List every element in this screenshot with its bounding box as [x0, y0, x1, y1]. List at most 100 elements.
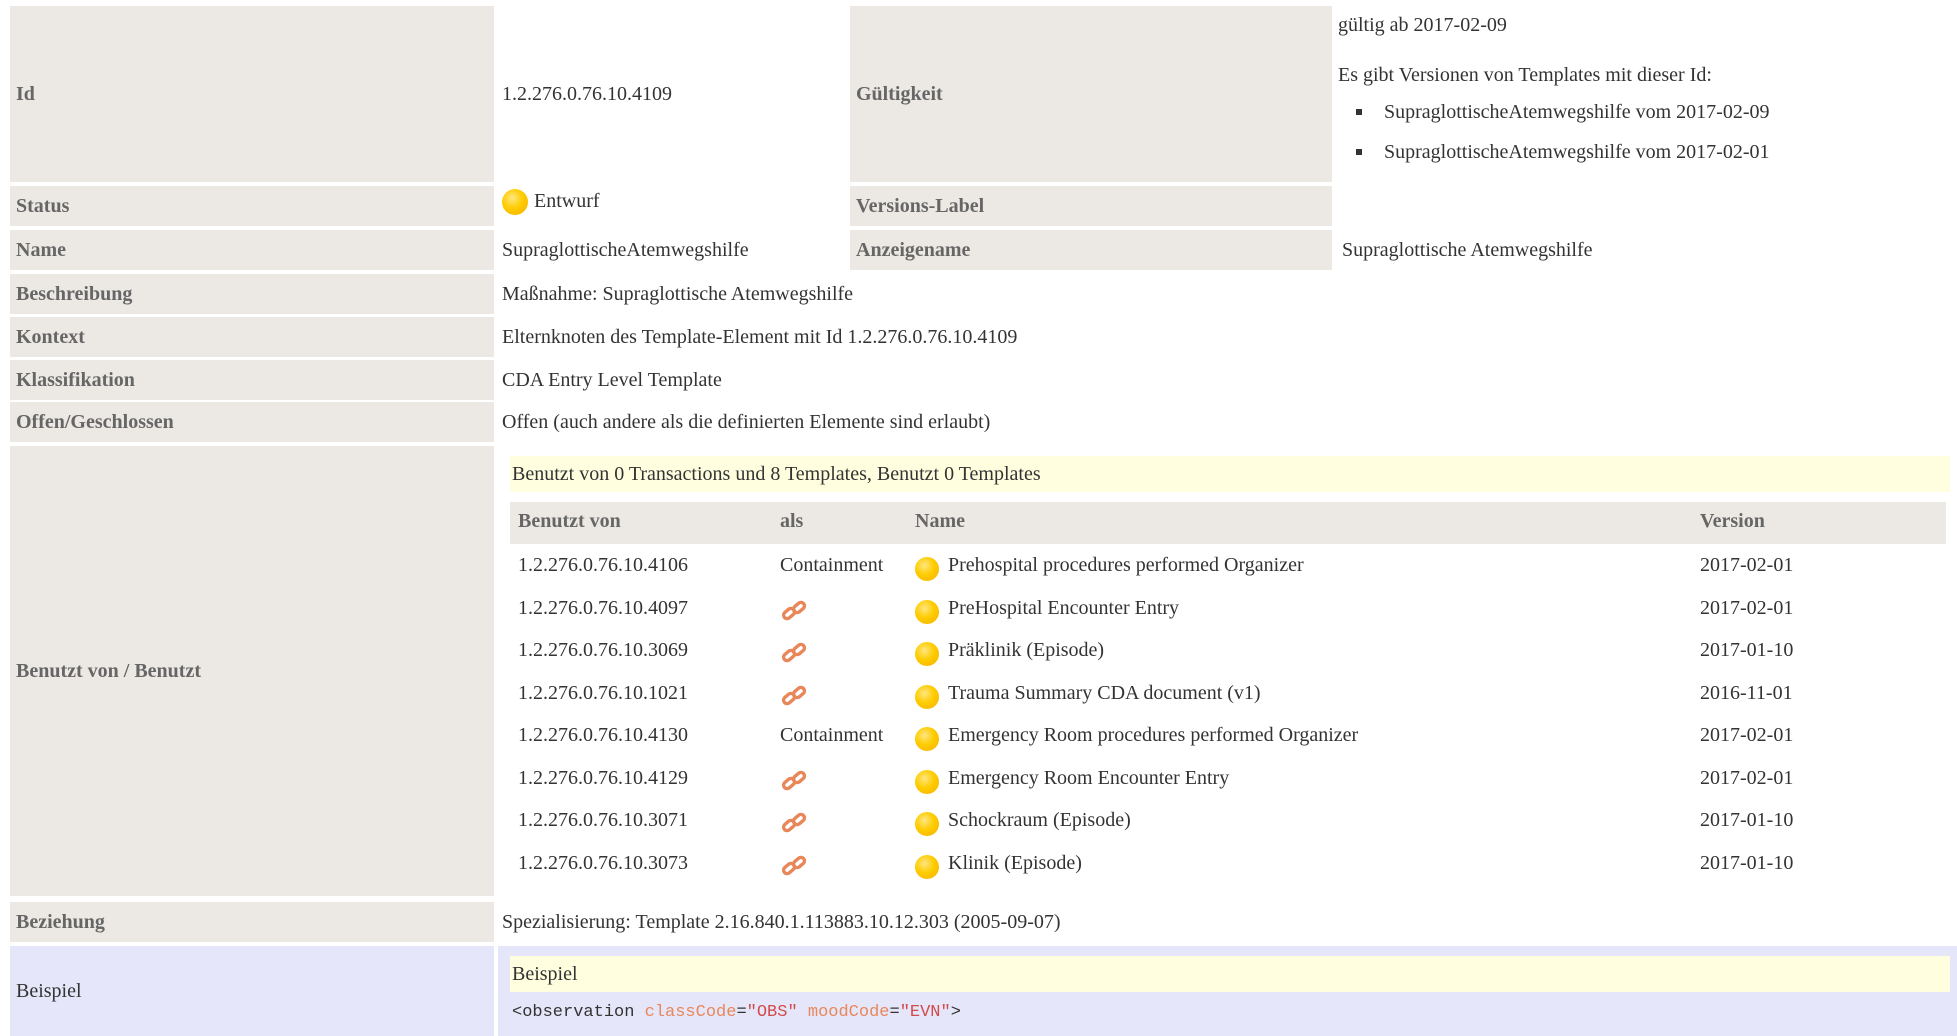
classification-label-text: Klassifikation: [16, 368, 135, 391]
validity-value: gültig ab 2017-02-09 Es gibt Versionen v…: [1338, 10, 1938, 186]
usage-row-version: 2017-02-01: [1700, 724, 1794, 746]
code-value-obs: "OBS": [746, 1003, 798, 1022]
usage-row-version: 2017-01-10: [1700, 851, 1794, 874]
code-attr-moodcode: moodCode: [807, 1003, 890, 1022]
code-tag-open: <observation: [512, 1003, 635, 1022]
usage-label: Benutzt von / Benutzt: [10, 446, 494, 896]
description-value: Maßnahme: Supraglottische Atemwegshilfe: [498, 274, 1898, 314]
usage-row[interactable]: 1.2.276.0.76.10.3069 Präklinik (Episode) 2…: [510, 633, 1946, 673]
relation-label-text: Beziehung: [16, 910, 105, 933]
link-icon[interactable]: [780, 809, 808, 843]
usage-row-name[interactable]: Klinik (Episode): [948, 852, 1082, 875]
col-as: als: [780, 510, 804, 532]
versions-intro: Es gibt Versionen von Templates mit dies…: [1338, 64, 1712, 86]
relation-value-text: Spezialisierung: Template 2.16.840.1.113…: [502, 910, 1061, 933]
usage-summary: Benutzt von 0 Transactions und 8 Templat…: [510, 456, 1950, 492]
classification-value-text: CDA Entry Level Template: [502, 368, 722, 391]
usage-row-id[interactable]: 1.2.276.0.76.10.3071: [518, 809, 688, 832]
usage-row-as: Containment: [780, 724, 884, 746]
usage-row-name[interactable]: Emergency Room Encounter Entry: [948, 767, 1229, 790]
usage-row-name[interactable]: Trauma Summary CDA document (v1): [948, 682, 1261, 705]
usage-row[interactable]: 1.2.276.0.76.10.4106 Containment Prehospit…: [510, 548, 1946, 588]
name-label: Name: [10, 230, 494, 270]
display-name-label-text: Anzeigename: [856, 238, 971, 261]
usage-row-as: Containment: [780, 554, 884, 576]
id-value-text: 1.2.276.0.76.10.4109: [502, 82, 672, 105]
usage-row-version: 2016-11-01: [1700, 681, 1793, 704]
code-equals: =: [889, 1003, 900, 1022]
usage-row-id[interactable]: 1.2.276.0.76.10.4097: [518, 597, 688, 620]
usage-row[interactable]: 1.2.276.0.76.10.4097 PreHospital Encounte…: [510, 591, 1946, 631]
classification-value: CDA Entry Level Template: [498, 360, 1898, 400]
example-code: <observation classCode="OBS" moodCode="E…: [512, 1000, 961, 1026]
usage-row[interactable]: 1.2.276.0.76.10.3071 Schockraum (Episode)…: [510, 803, 1946, 843]
version-link[interactable]: SupraglottischeAtemwegshilfe vom 2017-02…: [1338, 92, 1938, 132]
usage-row-id[interactable]: 1.2.276.0.76.10.4106: [518, 554, 688, 577]
example-label: Beispiel: [10, 946, 494, 1036]
validity-label-text: Gültigkeit: [856, 82, 943, 105]
name-value-text: SupraglottischeAtemwegshilfe: [502, 238, 749, 261]
col-name: Name: [915, 510, 965, 532]
description-label-text: Beschreibung: [16, 282, 133, 305]
open-closed-label: Offen/Geschlossen: [10, 402, 494, 442]
usage-row-id[interactable]: 1.2.276.0.76.10.4129: [518, 767, 688, 790]
example-panel: Beispiel <observation classCode="OBS" mo…: [498, 946, 1957, 1036]
display-name-value: Supraglottische Atemwegshilfe: [1338, 230, 1938, 270]
code-tag-close: >: [950, 1003, 961, 1022]
valid-from: gültig ab 2017-02-09: [1338, 14, 1507, 36]
code-equals: =: [736, 1003, 747, 1022]
status-label: Status: [10, 186, 494, 226]
version-label-text: Versions-Label: [856, 194, 985, 217]
open-closed-value-text: Offen (auch andere als die definierten E…: [502, 410, 991, 433]
context-value-text: Elternknoten des Template-Element mit Id…: [502, 325, 1018, 348]
usage-row-version: 2017-01-10: [1700, 639, 1794, 661]
usage-row-name[interactable]: Emergency Room procedures performed Orga…: [948, 724, 1358, 747]
name-value: SupraglottischeAtemwegshilfe: [498, 230, 848, 270]
link-icon[interactable]: [780, 597, 808, 631]
open-closed-value: Offen (auch andere als die definierten E…: [498, 402, 1898, 442]
id-value: 1.2.276.0.76.10.4109: [498, 6, 848, 182]
draft-status-icon: [502, 189, 528, 215]
context-value: Elternknoten des Template-Element mit Id…: [498, 317, 1898, 357]
name-label-text: Name: [16, 238, 66, 261]
usage-row-id[interactable]: 1.2.276.0.76.10.3073: [518, 852, 688, 875]
status-text: Entwurf: [534, 190, 600, 212]
usage-row-name[interactable]: Präklinik (Episode): [948, 639, 1104, 662]
usage-row-id[interactable]: 1.2.276.0.76.10.4130: [518, 724, 688, 747]
usage-row-name[interactable]: Schockraum (Episode): [948, 809, 1131, 832]
versions-list: SupraglottischeAtemwegshilfe vom 2017-02…: [1338, 92, 1938, 172]
usage-row-id[interactable]: 1.2.276.0.76.10.3069: [518, 639, 688, 662]
usage-row-name[interactable]: PreHospital Encounter Entry: [948, 597, 1179, 620]
usage-row-id[interactable]: 1.2.276.0.76.10.1021: [518, 682, 688, 705]
version-label-value: [1338, 186, 1938, 226]
link-icon[interactable]: [780, 767, 808, 801]
usage-row[interactable]: 1.2.276.0.76.10.4130 Containment Emergency…: [510, 718, 1946, 758]
version-link[interactable]: SupraglottischeAtemwegshilfe vom 2017-02…: [1338, 132, 1938, 172]
relation-value: Spezialisierung: Template 2.16.840.1.113…: [498, 902, 1898, 942]
usage-table-header: Benutzt von als Name Version: [510, 502, 1946, 544]
open-closed-label-text: Offen/Geschlossen: [16, 410, 174, 433]
validity-label: Gültigkeit: [850, 6, 1332, 182]
usage-row-name[interactable]: Prehospital procedures performed Organiz…: [948, 554, 1304, 577]
draft-status-icon: [915, 854, 939, 879]
link-icon[interactable]: [780, 852, 808, 886]
link-icon[interactable]: [780, 682, 808, 716]
example-title: Beispiel: [510, 956, 1950, 992]
context-label: Kontext: [10, 317, 494, 357]
display-name-value-text: Supraglottische Atemwegshilfe: [1342, 238, 1593, 261]
col-used-by: Benutzt von: [518, 510, 621, 532]
code-attr-classcode: classCode: [644, 1003, 737, 1022]
draft-status-icon: [915, 642, 939, 667]
usage-row[interactable]: 1.2.276.0.76.10.3073 Klinik (Episode) 2017…: [510, 846, 1946, 886]
usage-row[interactable]: 1.2.276.0.76.10.4129 Emergency Room Encou…: [510, 761, 1946, 801]
draft-status-icon: [915, 557, 939, 582]
description-value-text: Maßnahme: Supraglottische Atemwegshilfe: [502, 282, 854, 305]
draft-status-icon: [915, 812, 939, 837]
example-title-text: Beispiel: [512, 962, 578, 985]
link-icon[interactable]: [780, 639, 808, 673]
usage-row[interactable]: 1.2.276.0.76.10.1021 Trauma Summary CDA d…: [510, 676, 1946, 716]
usage-row-version: 2017-02-01: [1700, 596, 1794, 619]
draft-status-icon: [915, 599, 939, 624]
status-label-text: Status: [16, 194, 70, 217]
usage-row-version: 2017-02-01: [1700, 554, 1794, 576]
